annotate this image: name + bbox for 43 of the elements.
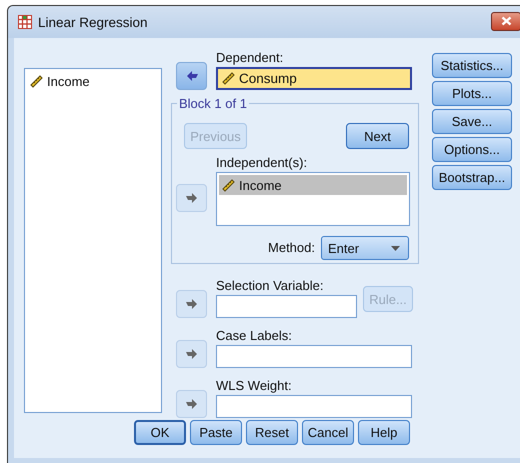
- caret-icon: [391, 246, 400, 250]
- variable-list[interactable]: Income: [24, 68, 162, 413]
- dialog-button[interactable]: Bootstrap...: [432, 165, 512, 190]
- arrow-icon: [186, 349, 198, 359]
- dialog-button[interactable]: Help: [358, 420, 410, 445]
- dialog-button[interactable]: Statistics...: [432, 53, 512, 78]
- dialog-button[interactable]: Cancel: [302, 420, 354, 445]
- field-label: Case Labels:: [216, 328, 293, 344]
- dialog-button[interactable]: Save...: [432, 109, 512, 134]
- ruler-icon: [222, 72, 235, 85]
- dependent-field[interactable]: Consump: [216, 67, 412, 90]
- method-dropdown[interactable]: Enter: [321, 236, 409, 260]
- input-field[interactable]: [216, 345, 412, 368]
- variable-item[interactable]: Income: [219, 175, 407, 195]
- variable-name: Income: [47, 74, 90, 88]
- method-label: Method:: [268, 240, 315, 256]
- field-label: Selection Variable:: [216, 278, 324, 294]
- field-label: Dependent:: [216, 50, 284, 66]
- arrow-icon: [186, 399, 198, 409]
- arrow-icon: [186, 299, 198, 309]
- window-title: Linear Regression: [38, 14, 149, 30]
- variable-name: Income: [239, 178, 282, 192]
- dialog-button[interactable]: OK: [134, 420, 186, 445]
- dialog-button[interactable]: Reset: [246, 420, 298, 445]
- dialog-button[interactable]: Options...: [432, 137, 512, 162]
- close-button[interactable]: [491, 12, 520, 30]
- input-field[interactable]: [216, 395, 412, 418]
- dialog-button[interactable]: Plots...: [432, 81, 512, 106]
- field-label: WLS Weight:: [216, 378, 293, 394]
- close-icon: [500, 16, 512, 26]
- variable-name: Consump: [239, 71, 297, 86]
- ruler-icon: [222, 178, 235, 192]
- move-button[interactable]: [176, 62, 207, 90]
- dialog-button[interactable]: Paste: [190, 420, 242, 445]
- arrow-icon: [186, 71, 198, 81]
- independents-list[interactable]: Income: [216, 172, 410, 226]
- variable-item[interactable]: Income: [27, 71, 159, 91]
- next-button[interactable]: Next: [346, 123, 409, 149]
- arrow-icon: [186, 192, 198, 202]
- ruler-icon: [30, 74, 43, 88]
- selection-variable-field[interactable]: [216, 295, 357, 318]
- grid-icon: [18, 15, 32, 29]
- field-label: Independent(s):: [216, 155, 308, 171]
